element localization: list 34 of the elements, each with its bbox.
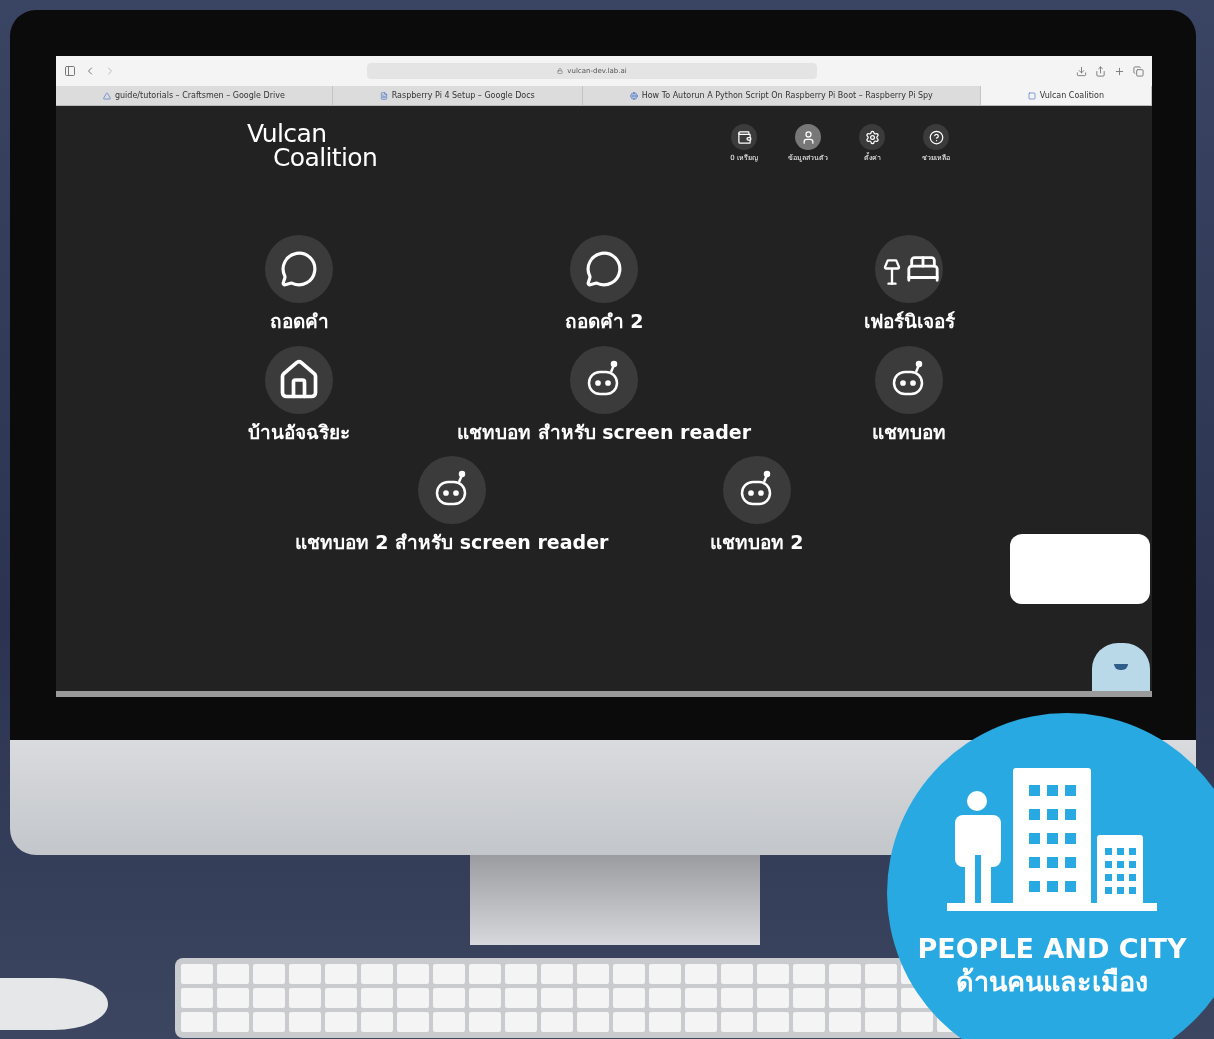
tab-favicon-icon bbox=[629, 91, 638, 100]
logo-text: Vulcan bbox=[247, 122, 327, 146]
app-label[interactable]: ถอดคำ bbox=[269, 307, 329, 336]
badge-title: PEOPLE AND CITY bbox=[917, 933, 1187, 965]
share-icon[interactable] bbox=[1095, 65, 1106, 77]
app-label[interactable]: แชทบอท bbox=[872, 417, 946, 446]
badge-subtitle: ด้านคนและเมือง bbox=[956, 965, 1148, 999]
logo-text: Coalition bbox=[272, 146, 378, 170]
browser-tab[interactable]: Vulcan Coalition bbox=[980, 86, 1152, 105]
download-icon[interactable] bbox=[1076, 65, 1087, 77]
help-icon bbox=[928, 129, 944, 145]
tab-title: Raspberry Pi 4 Setup – Google Docs bbox=[391, 89, 535, 102]
wallet-icon bbox=[736, 129, 752, 145]
user-icon bbox=[800, 129, 816, 145]
app-label[interactable]: เฟอร์นิเจอร์ bbox=[863, 307, 955, 336]
app-label[interactable]: แชทบอท สำหรับ screen reader bbox=[457, 417, 751, 446]
app-label[interactable]: ถอดคำ 2 bbox=[564, 307, 644, 336]
sidebar-icon[interactable] bbox=[64, 65, 76, 77]
tabs-overview-icon[interactable] bbox=[1133, 65, 1144, 77]
settings-icon bbox=[864, 129, 880, 145]
tab-title: guide/tutorials – Craftsmen – Google Drive bbox=[114, 89, 285, 102]
chat-bubble-icon bbox=[585, 250, 623, 288]
mascot-drawing bbox=[1092, 643, 1150, 691]
app-label[interactable]: แชทบอท 2 สำหรับ screen reader bbox=[294, 528, 609, 557]
lock-icon bbox=[557, 68, 564, 74]
tab-title: Vulcan Coalition bbox=[1039, 89, 1105, 102]
tab-favicon-icon bbox=[102, 91, 111, 100]
tab-favicon-icon bbox=[379, 91, 388, 100]
tab-title: How To Autorun A Python Script On Raspberry Pi Boot – Raspberry Pi Spy bbox=[641, 89, 933, 102]
chat-bubble-icon bbox=[280, 250, 318, 288]
tab-favicon-icon bbox=[1027, 91, 1036, 100]
app-label[interactable]: บ้านอัจฉริยะ bbox=[248, 417, 350, 446]
app-label[interactable]: แชทบอท 2 bbox=[709, 528, 804, 557]
new-tab-icon[interactable] bbox=[1114, 65, 1125, 77]
